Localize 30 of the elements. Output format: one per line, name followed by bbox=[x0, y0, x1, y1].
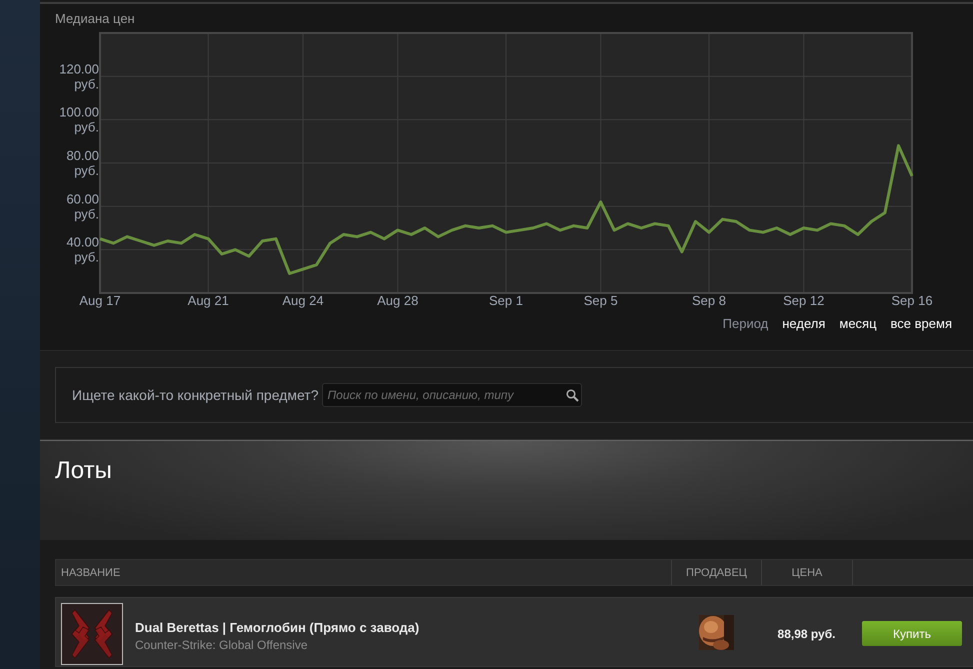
axis-label: 60.00 руб. bbox=[66, 191, 99, 222]
axis-label: Aug 17 bbox=[79, 293, 121, 308]
axis-label: Aug 28 bbox=[377, 293, 418, 308]
column-header: НАЗВАНИЕ bbox=[60, 566, 122, 580]
axis-label: 100.00 руб. bbox=[59, 104, 99, 135]
search-icon[interactable] bbox=[566, 389, 580, 402]
period-link[interactable]: месяц bbox=[839, 316, 877, 331]
axis-label: Aug 21 bbox=[188, 293, 229, 308]
pistols-icon bbox=[69, 608, 115, 660]
period-link[interactable]: все время bbox=[890, 316, 952, 331]
axis-label: 120.00 руб. bbox=[59, 61, 99, 92]
column-header: ПРОДАВЕЦ bbox=[671, 560, 761, 585]
axis-label: Sep 5 bbox=[584, 293, 618, 308]
chart-title: Медиана цен bbox=[55, 11, 135, 26]
search-prompt: Ищете какой-то конкретный предмет? bbox=[72, 387, 318, 403]
item-name[interactable]: Dual Berettas | Гемоглобин (Прямо с завода) bbox=[135, 620, 420, 635]
game-name: Counter-Strike: Global Offensive bbox=[135, 638, 309, 652]
axis-label: Sep 16 bbox=[891, 293, 933, 308]
axis-label: Sep 8 bbox=[692, 293, 726, 308]
period-link[interactable]: неделя bbox=[782, 316, 826, 331]
section-title: Лоты bbox=[55, 457, 112, 485]
column-header: ЦЕНА bbox=[761, 560, 852, 585]
axis-label: 40.00 руб. bbox=[66, 234, 99, 265]
search-field[interactable]: Поиск по имени, описанию, типу bbox=[322, 383, 582, 407]
axis-label: 80.00 руб. bbox=[66, 148, 99, 178]
period-label: Период bbox=[722, 316, 768, 331]
axis-label: Sep 12 bbox=[783, 293, 824, 308]
axis-label: Aug 24 bbox=[282, 293, 324, 308]
item-price: 88,98 руб. bbox=[776, 626, 836, 643]
axis-label: Sep 1 bbox=[489, 293, 523, 308]
